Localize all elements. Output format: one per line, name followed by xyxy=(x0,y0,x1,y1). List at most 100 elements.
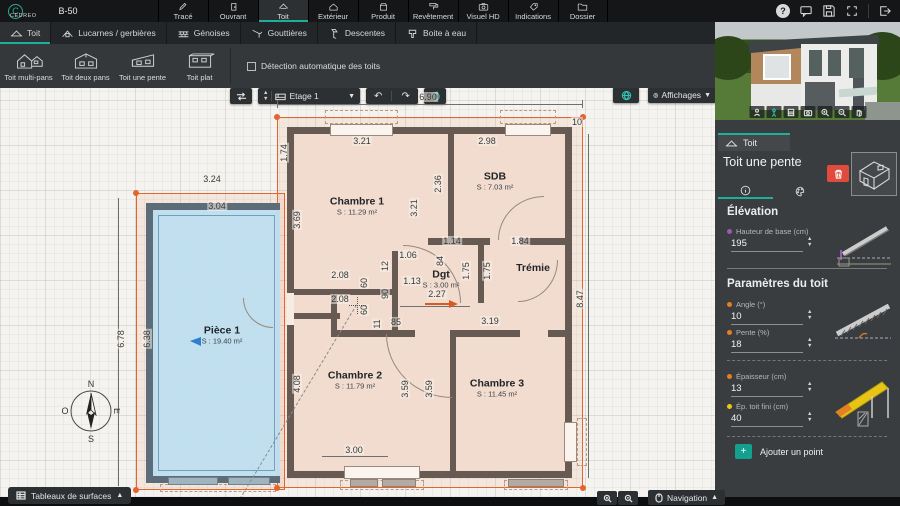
zoom-out-button[interactable] xyxy=(834,106,849,118)
room-label[interactable]: Chambre 2 S : 11.79 m² xyxy=(328,370,382,391)
roof-type-thumbnail[interactable] xyxy=(851,152,897,196)
hauteur-stepper[interactable]: ▲▼ xyxy=(807,237,812,248)
corner-handle[interactable] xyxy=(274,485,280,491)
save-button[interactable] xyxy=(822,4,836,18)
redo-button[interactable]: ↷ xyxy=(402,91,410,102)
dimension-label[interactable]: 6.78 xyxy=(116,329,126,349)
dimension-label[interactable]: 12 xyxy=(380,260,390,272)
dimension-label[interactable]: 3.19 xyxy=(480,316,500,326)
subtab-boite-a-eau[interactable]: Boite à eau xyxy=(396,22,477,44)
window[interactable] xyxy=(505,124,551,136)
help-button[interactable]: ? xyxy=(776,4,790,18)
floor-plan-canvas[interactable]: Chambre 1 S : 11.29 m² SDB S : 7.03 m² T… xyxy=(0,88,715,506)
tab-ouvrant[interactable]: Ouvrant xyxy=(208,0,258,22)
tab-exterieur[interactable]: Extérieur xyxy=(308,0,358,22)
subtab-descentes[interactable]: Descentes xyxy=(318,22,396,44)
dimension-label[interactable]: 4.08 xyxy=(292,374,302,394)
dimension-label[interactable]: 3.59 xyxy=(400,379,410,399)
tool-toit-une-pente[interactable]: Toit une pente xyxy=(114,44,171,88)
dimension-label[interactable]: 85 xyxy=(390,317,402,327)
dimension-label[interactable]: 2.98 xyxy=(477,136,497,146)
level-stepper[interactable]: ▲▼ xyxy=(263,91,268,102)
tool-toit-plat[interactable]: Toit plat xyxy=(171,44,228,88)
camera-button[interactable] xyxy=(800,106,815,118)
corner-handle[interactable] xyxy=(133,487,139,493)
swap-levels-button[interactable] xyxy=(230,88,252,104)
ep-toit-fini-stepper[interactable]: ▲▼ xyxy=(807,412,812,423)
dimension-label[interactable]: 11 xyxy=(372,318,382,329)
pente-stepper[interactable]: ▲▼ xyxy=(807,338,812,349)
corner-handle[interactable] xyxy=(133,190,139,196)
window[interactable] xyxy=(564,422,577,462)
hauteur-input[interactable]: 195 xyxy=(731,238,803,252)
dimension-label[interactable]: 3.00 xyxy=(344,445,364,455)
dimension-label[interactable]: 90 xyxy=(380,288,390,300)
dimension-label[interactable]: 3.04 xyxy=(207,201,227,211)
epaisseur-input[interactable]: 13 xyxy=(731,383,803,397)
delete-roof-button[interactable] xyxy=(827,165,849,182)
undo-button[interactable]: ↶ xyxy=(374,91,382,102)
person-view-button[interactable] xyxy=(749,106,764,118)
dimension-label[interactable]: 2.08 xyxy=(330,270,350,280)
app-logo[interactable]: C CEDREO xyxy=(0,0,45,22)
affichages-dropdown[interactable]: Affichages ▼ xyxy=(648,88,715,103)
tab-visuel-hd[interactable]: Visuel HD xyxy=(458,0,508,22)
room-label[interactable]: Dgt S : 3.00 m² xyxy=(423,269,460,290)
dimension-label[interactable]: 6.90 xyxy=(418,92,438,102)
zoom-in-button[interactable] xyxy=(597,491,617,505)
dimension-label[interactable]: 2.08 xyxy=(330,294,350,304)
tab-toit[interactable]: Toit xyxy=(258,0,308,22)
tool-toit-deux-pans[interactable]: Toit deux pans xyxy=(57,44,114,88)
dimension-label[interactable]: 1.75 xyxy=(482,261,492,281)
tab-revetement[interactable]: Revêtement xyxy=(408,0,458,22)
dimension-label[interactable]: 84 xyxy=(435,255,445,267)
dimension-label[interactable]: 3.59 xyxy=(424,379,434,399)
wall[interactable] xyxy=(450,330,520,337)
room-label[interactable]: Chambre 3 S : 11.45 m² xyxy=(470,378,524,399)
subtab-materials[interactable] xyxy=(773,184,828,199)
room-label[interactable]: Trémie xyxy=(516,262,550,274)
navigation-dropdown[interactable]: Navigation ▲ xyxy=(648,490,725,505)
dimension-label[interactable]: 1.84 xyxy=(510,236,530,246)
dimension-label[interactable]: 2.36 xyxy=(433,174,443,194)
walk-view-button[interactable] xyxy=(766,106,781,118)
auto-detect-roofs-checkbox[interactable]: Détection automatique des toits xyxy=(247,44,380,88)
surface-tables-button[interactable]: Tableaux de surfaces ▲ xyxy=(8,487,131,504)
dimension-label[interactable]: 3.21 xyxy=(409,198,419,218)
room-label[interactable]: SDB S : 7.03 m² xyxy=(477,171,514,192)
add-point-button[interactable]: + Ajouter un point xyxy=(735,444,823,459)
epaisseur-stepper[interactable]: ▲▼ xyxy=(807,382,812,393)
dimension-label[interactable]: 1.74 xyxy=(279,143,289,163)
tab-trace[interactable]: Tracé xyxy=(158,0,208,22)
room-label[interactable]: Chambre 1 S : 11.29 m² xyxy=(330,196,384,217)
dimension-label[interactable]: 1.06 xyxy=(398,250,418,260)
fullscreen-button[interactable] xyxy=(845,4,859,18)
panel-tab-toit[interactable]: Toit xyxy=(718,133,790,151)
dimension-label[interactable]: 1.13 xyxy=(402,276,422,286)
corner-handle[interactable] xyxy=(580,485,586,491)
zoom-out-button[interactable] xyxy=(618,491,638,505)
dimension-label[interactable]: 2.27 xyxy=(427,289,447,299)
dimension-label[interactable]: 3.69 xyxy=(292,210,302,230)
pente-input[interactable]: 18 xyxy=(731,339,803,353)
exit-button[interactable] xyxy=(878,4,892,18)
dimension-label[interactable]: 8.47 xyxy=(575,289,585,309)
tab-produit[interactable]: Produit xyxy=(358,0,408,22)
subtab-lucarnes[interactable]: Lucarnes / gerbières xyxy=(51,22,167,44)
window[interactable] xyxy=(344,466,420,479)
tool-toit-multi-pans[interactable]: Toit multi-pans xyxy=(0,44,57,88)
pan-hand-button[interactable] xyxy=(851,106,866,118)
floors-view-button[interactable] xyxy=(783,106,798,118)
dimension-label[interactable]: 1.75 xyxy=(461,261,471,281)
tab-indications[interactable]: Indications xyxy=(508,0,558,22)
dimension-label[interactable]: 10 xyxy=(571,117,583,127)
subtab-genoises[interactable]: Génoises xyxy=(167,22,241,44)
comment-button[interactable] xyxy=(799,4,813,18)
dimension-label[interactable]: 3.24 xyxy=(202,174,222,184)
zoom-in-button[interactable] xyxy=(817,106,832,118)
subtab-info[interactable] xyxy=(718,184,773,199)
subtab-gouttieres[interactable]: Gouttières xyxy=(241,22,318,44)
angle-stepper[interactable]: ▲▼ xyxy=(807,310,812,321)
dimension-label[interactable]: 3.21 xyxy=(352,136,372,146)
globe-button[interactable] xyxy=(613,88,639,103)
